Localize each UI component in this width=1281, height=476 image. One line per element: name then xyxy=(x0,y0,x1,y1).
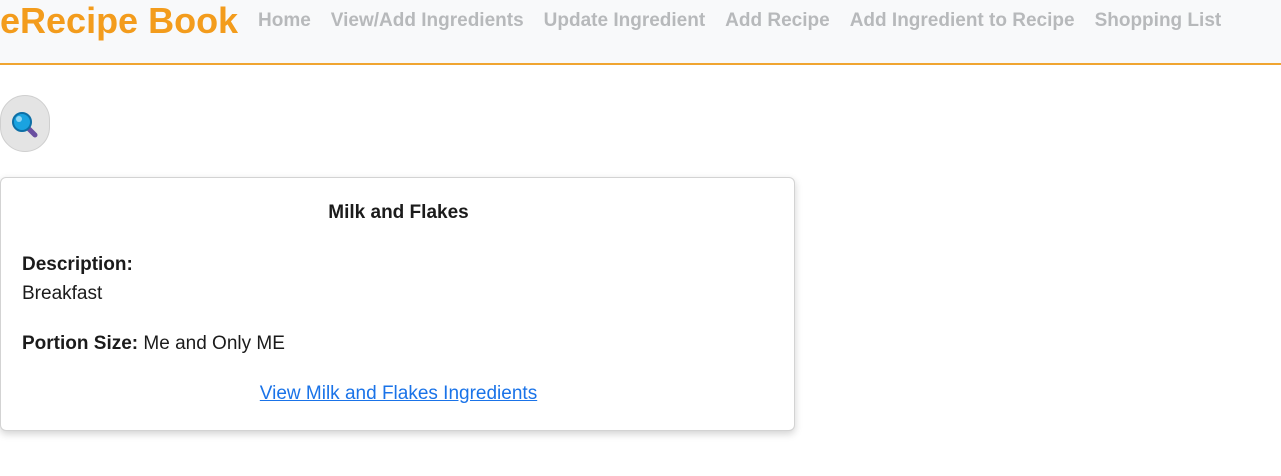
nav-item-add-recipe[interactable]: Add Recipe xyxy=(725,10,830,32)
nav-item-add-ingredient-to-recipe[interactable]: Add Ingredient to Recipe xyxy=(850,10,1075,32)
recipe-title: Milk and Flakes xyxy=(328,202,469,223)
description-value: Breakfast xyxy=(22,283,103,304)
portion-size-value: Me and Only ME xyxy=(143,333,285,354)
portion-size-label: Portion Size: xyxy=(22,333,144,354)
nav-item-shopping-list[interactable]: Shopping List xyxy=(1095,10,1222,32)
portion-size-row: Portion Size: Me and Only ME xyxy=(22,333,285,355)
nav-item-update-ingredient[interactable]: Update Ingredient xyxy=(544,10,706,32)
search-button[interactable] xyxy=(0,95,50,152)
description-label: Description: xyxy=(22,254,133,275)
magnifying-glass-icon xyxy=(12,112,38,138)
ingredients-link-row: View Milk and Flakes Ingredients xyxy=(1,383,796,405)
brand-logo[interactable]: eRecipe Book xyxy=(0,0,238,42)
recipe-card: Milk and Flakes Description: Breakfast P… xyxy=(0,177,795,431)
nav-links: Home View/Add Ingredients Update Ingredi… xyxy=(258,0,1221,42)
nav-item-view-add-ingredients[interactable]: View/Add Ingredients xyxy=(331,10,524,32)
top-navbar: eRecipe Book Home View/Add Ingredients U… xyxy=(0,0,1281,65)
view-ingredients-link[interactable]: View Milk and Flakes Ingredients xyxy=(260,383,537,404)
nav-item-home[interactable]: Home xyxy=(258,10,311,32)
